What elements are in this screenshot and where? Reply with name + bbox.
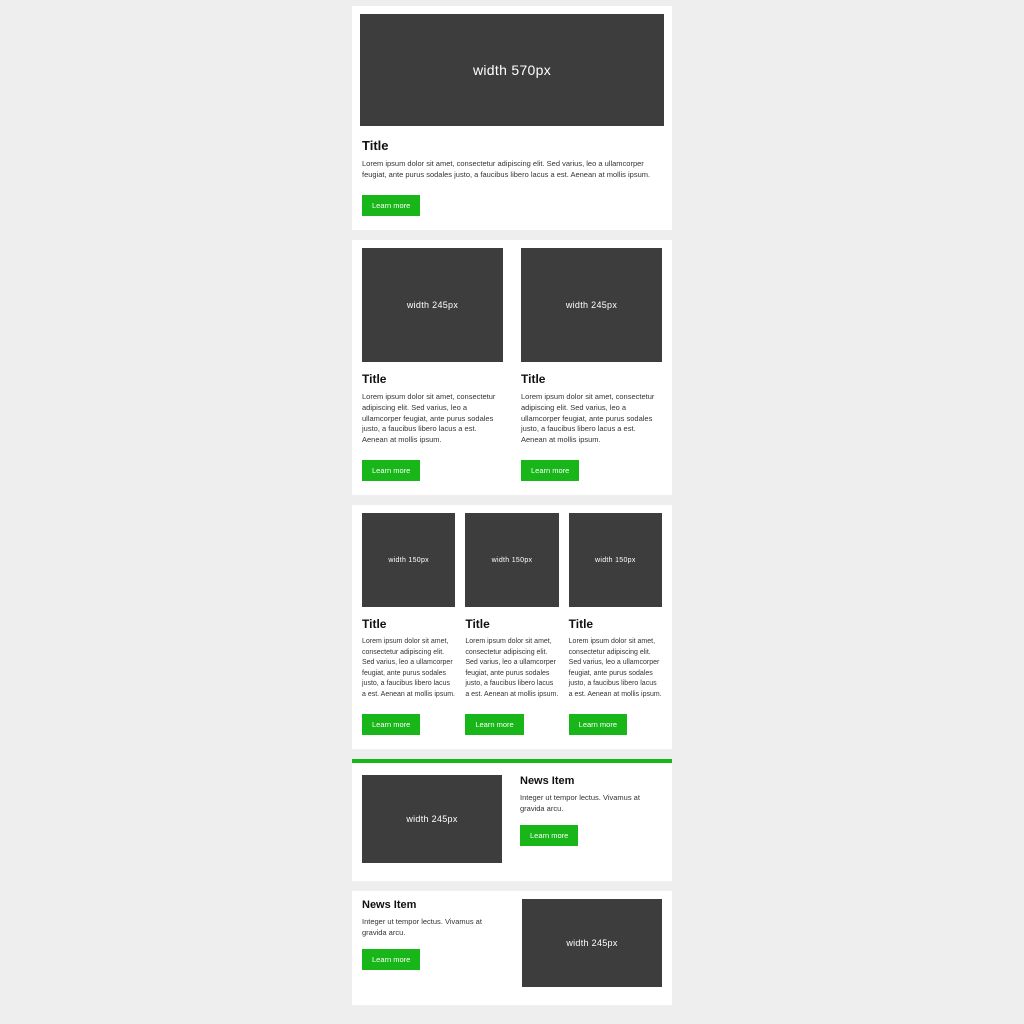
- learn-more-button[interactable]: Learn more: [521, 460, 579, 481]
- hero-body: Lorem ipsum dolor sit amet, consectetur …: [362, 159, 662, 181]
- hero-card: width 570px Title Lorem ipsum dolor sit …: [352, 6, 672, 230]
- image-label: width 150px: [492, 557, 533, 564]
- item-body: Lorem ipsum dolor sit amet, consectetur …: [569, 637, 662, 700]
- news-title: News Item: [362, 899, 504, 911]
- news-image-placeholder: width 245px: [522, 899, 662, 987]
- image-placeholder: width 150px: [569, 513, 662, 607]
- two-col-item: width 245px Title Lorem ipsum dolor sit …: [362, 248, 503, 481]
- image-placeholder: width 245px: [521, 248, 662, 362]
- item-title: Title: [569, 617, 662, 631]
- news-content: News Item Integer ut tempor lectus. Viva…: [362, 899, 504, 970]
- hero-image-placeholder: width 570px: [360, 14, 664, 126]
- item-body: Lorem ipsum dolor sit amet, consectetur …: [465, 637, 558, 700]
- accent-bar: [352, 759, 672, 763]
- image-placeholder: width 150px: [465, 513, 558, 607]
- learn-more-button[interactable]: Learn more: [520, 825, 578, 846]
- three-col-item: width 150px Title Lorem ipsum dolor sit …: [569, 513, 662, 735]
- three-col-card: width 150px Title Lorem ipsum dolor sit …: [352, 505, 672, 749]
- news-card: News Item Integer ut tempor lectus. Viva…: [352, 891, 672, 1005]
- image-label: width 245px: [566, 938, 617, 948]
- item-title: Title: [465, 617, 558, 631]
- item-title: Title: [362, 617, 455, 631]
- item-title: Title: [521, 372, 662, 386]
- news-title: News Item: [520, 775, 662, 787]
- three-col-item: width 150px Title Lorem ipsum dolor sit …: [362, 513, 455, 735]
- learn-more-button[interactable]: Learn more: [362, 460, 420, 481]
- learn-more-button[interactable]: Learn more: [569, 714, 627, 735]
- item-body: Lorem ipsum dolor sit amet, consectetur …: [362, 637, 455, 700]
- learn-more-button[interactable]: Learn more: [362, 714, 420, 735]
- news-body: Integer ut tempor lectus. Vivamus at gra…: [362, 917, 504, 939]
- news-content: News Item Integer ut tempor lectus. Viva…: [520, 775, 662, 846]
- item-body: Lorem ipsum dolor sit amet, consectetur …: [362, 392, 503, 446]
- two-col-card: width 245px Title Lorem ipsum dolor sit …: [352, 240, 672, 495]
- image-label: width 245px: [407, 300, 458, 310]
- image-placeholder: width 245px: [362, 248, 503, 362]
- image-label: width 245px: [406, 814, 457, 824]
- learn-more-button[interactable]: Learn more: [465, 714, 523, 735]
- item-body: Lorem ipsum dolor sit amet, consectetur …: [521, 392, 662, 446]
- news-card: width 245px News Item Integer ut tempor …: [352, 759, 672, 881]
- hero-learn-more-button[interactable]: Learn more: [362, 195, 420, 216]
- two-col-item: width 245px Title Lorem ipsum dolor sit …: [521, 248, 662, 481]
- item-title: Title: [362, 372, 503, 386]
- news-body: Integer ut tempor lectus. Vivamus at gra…: [520, 793, 662, 815]
- three-col-item: width 150px Title Lorem ipsum dolor sit …: [465, 513, 558, 735]
- news-image-placeholder: width 245px: [362, 775, 502, 863]
- hero-image-label: width 570px: [473, 62, 551, 78]
- image-label: width 150px: [595, 557, 636, 564]
- hero-title: Title: [362, 138, 662, 153]
- image-label: width 150px: [388, 557, 429, 564]
- image-label: width 245px: [566, 300, 617, 310]
- learn-more-button[interactable]: Learn more: [362, 949, 420, 970]
- image-placeholder: width 150px: [362, 513, 455, 607]
